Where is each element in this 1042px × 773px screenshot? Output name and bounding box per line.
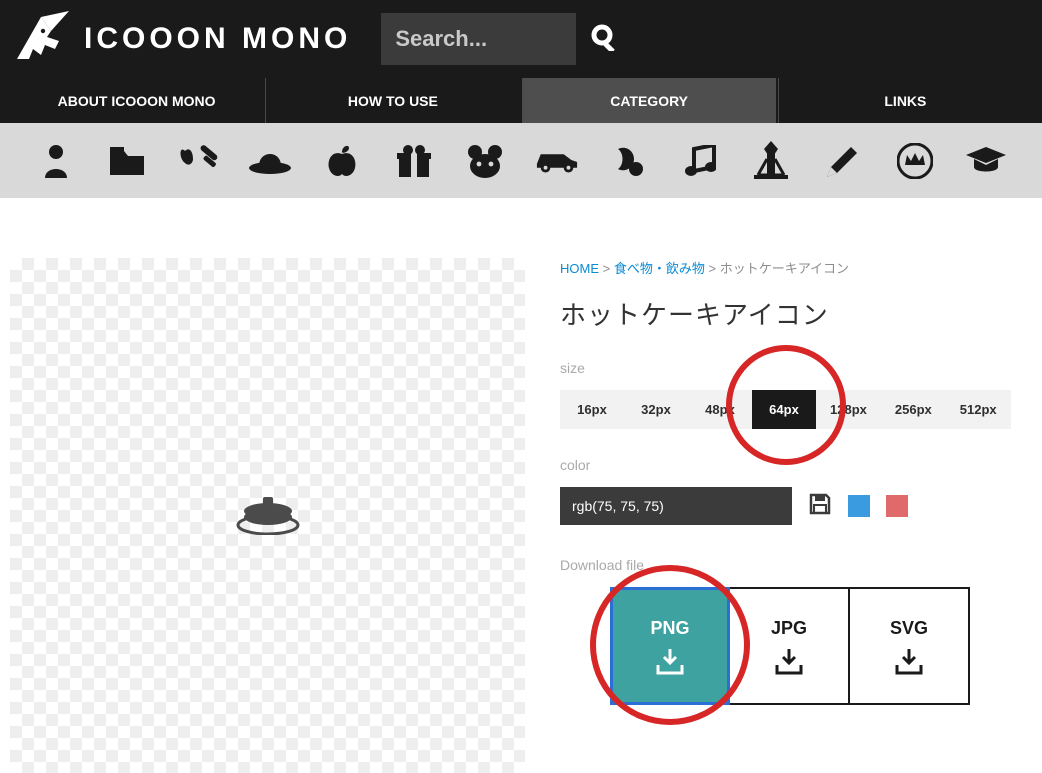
swatch-blue[interactable] <box>848 495 870 517</box>
hat-icon[interactable] <box>248 139 292 183</box>
download-icon <box>775 649 803 675</box>
pencil-icon[interactable] <box>821 139 865 183</box>
save-icon[interactable] <box>808 492 832 521</box>
download-png[interactable]: PNG <box>610 587 730 705</box>
swatch-red[interactable] <box>886 495 908 517</box>
sports-icon[interactable] <box>606 139 650 183</box>
download-label: Download file <box>560 557 1032 573</box>
search <box>381 13 618 65</box>
color-input[interactable] <box>560 487 792 525</box>
pancake-icon <box>236 491 300 540</box>
apple-icon[interactable] <box>320 139 364 183</box>
gift-icon[interactable] <box>392 139 436 183</box>
page-title: ホットケーキアイコン <box>560 295 1032 332</box>
graduation-icon[interactable] <box>964 139 1008 183</box>
building-icon[interactable] <box>749 139 793 183</box>
size-selector: 16px 32px 48px 64px 128px 256px 512px <box>560 390 1032 429</box>
size-16px[interactable]: 16px <box>560 390 624 429</box>
size-32px[interactable]: 32px <box>624 390 688 429</box>
download-svg-label: SVG <box>890 618 928 639</box>
download-buttons: PNG JPG SVG <box>610 587 1032 705</box>
size-256px[interactable]: 256px <box>881 390 946 429</box>
size-512px[interactable]: 512px <box>946 390 1011 429</box>
breadcrumb-category[interactable]: 食べ物・飲み物 <box>614 261 705 276</box>
color-selector <box>560 487 1032 525</box>
crown-icon[interactable] <box>893 139 937 183</box>
download-icon <box>656 649 684 675</box>
main-content: HOME > 食べ物・飲み物 > ホットケーキアイコン ホットケーキアイコン s… <box>0 198 1042 773</box>
breadcrumb: HOME > 食べ物・飲み物 > ホットケーキアイコン <box>560 258 1032 277</box>
nav-about[interactable]: ABOUT ICOOON MONO <box>10 78 263 123</box>
music-icon[interactable] <box>678 139 722 183</box>
search-icon[interactable] <box>590 23 618 56</box>
detail-panel: HOME > 食べ物・飲み物 > ホットケーキアイコン ホットケーキアイコン s… <box>560 258 1032 773</box>
download-jpg[interactable]: JPG <box>730 587 850 705</box>
size-48px[interactable]: 48px <box>688 390 752 429</box>
main-nav: ABOUT ICOOON MONO HOW TO USE CATEGORY LI… <box>0 78 1042 123</box>
search-input[interactable] <box>381 13 576 65</box>
size-label: size <box>560 360 1032 376</box>
folder-icon[interactable] <box>105 139 149 183</box>
size-128px[interactable]: 128px <box>816 390 881 429</box>
breadcrumb-home[interactable]: HOME <box>560 261 599 276</box>
logo[interactable]: ICOOON MONO <box>10 8 351 70</box>
size-64px[interactable]: 64px <box>752 390 816 429</box>
category-icon-row <box>0 123 1042 198</box>
nav-howto[interactable]: HOW TO USE <box>265 78 519 123</box>
download-jpg-label: JPG <box>771 618 807 639</box>
download-svg[interactable]: SVG <box>850 587 970 705</box>
breadcrumb-current: ホットケーキアイコン <box>720 261 849 276</box>
icon-preview <box>10 258 525 773</box>
unicorn-logo-icon <box>10 8 72 70</box>
site-header: ICOOON MONO <box>0 0 1042 78</box>
color-label: color <box>560 457 1032 473</box>
vehicle-icon[interactable] <box>535 139 579 183</box>
nav-category[interactable]: CATEGORY <box>522 78 776 123</box>
download-png-label: PNG <box>650 618 689 639</box>
site-name: ICOOON MONO <box>84 22 351 56</box>
download-icon <box>895 649 923 675</box>
breadcrumb-sep: > <box>708 261 716 276</box>
nav-links[interactable]: LINKS <box>778 78 1032 123</box>
breadcrumb-sep: > <box>603 261 611 276</box>
health-icon[interactable] <box>177 139 221 183</box>
person-icon[interactable] <box>34 139 78 183</box>
animal-icon[interactable] <box>463 139 507 183</box>
